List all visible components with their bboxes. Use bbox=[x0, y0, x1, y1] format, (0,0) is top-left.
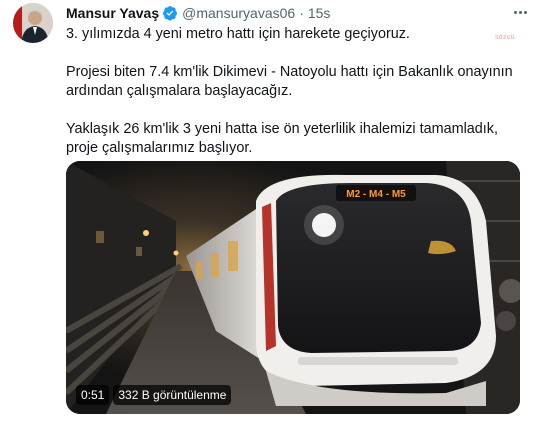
train-destination-sign: M2 - M4 - M5 bbox=[346, 189, 406, 200]
video-views: 332 B görüntülenme bbox=[113, 385, 232, 405]
video-thumbnail: M2 - M4 - M5 bbox=[66, 161, 520, 414]
avatar[interactable] bbox=[13, 3, 53, 43]
tweet-timestamp[interactable]: 15s bbox=[308, 5, 331, 21]
more-icon[interactable] bbox=[509, 4, 531, 20]
verified-badge-icon bbox=[163, 6, 178, 21]
video-player[interactable]: M2 - M4 - M5 bbox=[66, 161, 520, 414]
tweet-text: 3. yılımızda 4 yeni metro hattı için har… bbox=[66, 25, 526, 158]
tweet-paragraph: 3. yılımızda 4 yeni metro hattı için har… bbox=[66, 26, 410, 42]
avatar-image bbox=[13, 3, 53, 43]
tweet[interactable]: Mansur Yavaş @mansuryavas06 · 15s sözcü … bbox=[0, 0, 549, 422]
author-name[interactable]: Mansur Yavaş bbox=[66, 5, 159, 21]
author-handle[interactable]: @mansuryavas06 bbox=[182, 5, 295, 21]
video-duration: 0:51 bbox=[76, 385, 110, 405]
tweet-paragraph: Yaklaşık 26 km'lik 3 yeni hatta ise ön y… bbox=[66, 121, 498, 156]
tweet-header: Mansur Yavaş @mansuryavas06 · 15s bbox=[66, 3, 330, 23]
tweet-paragraph: Projesi biten 7.4 km'lik Dikimevi - Nato… bbox=[66, 64, 513, 99]
video-overlay: 0:51 332 B görüntülenme bbox=[76, 385, 232, 405]
header-separator: · bbox=[299, 5, 304, 21]
